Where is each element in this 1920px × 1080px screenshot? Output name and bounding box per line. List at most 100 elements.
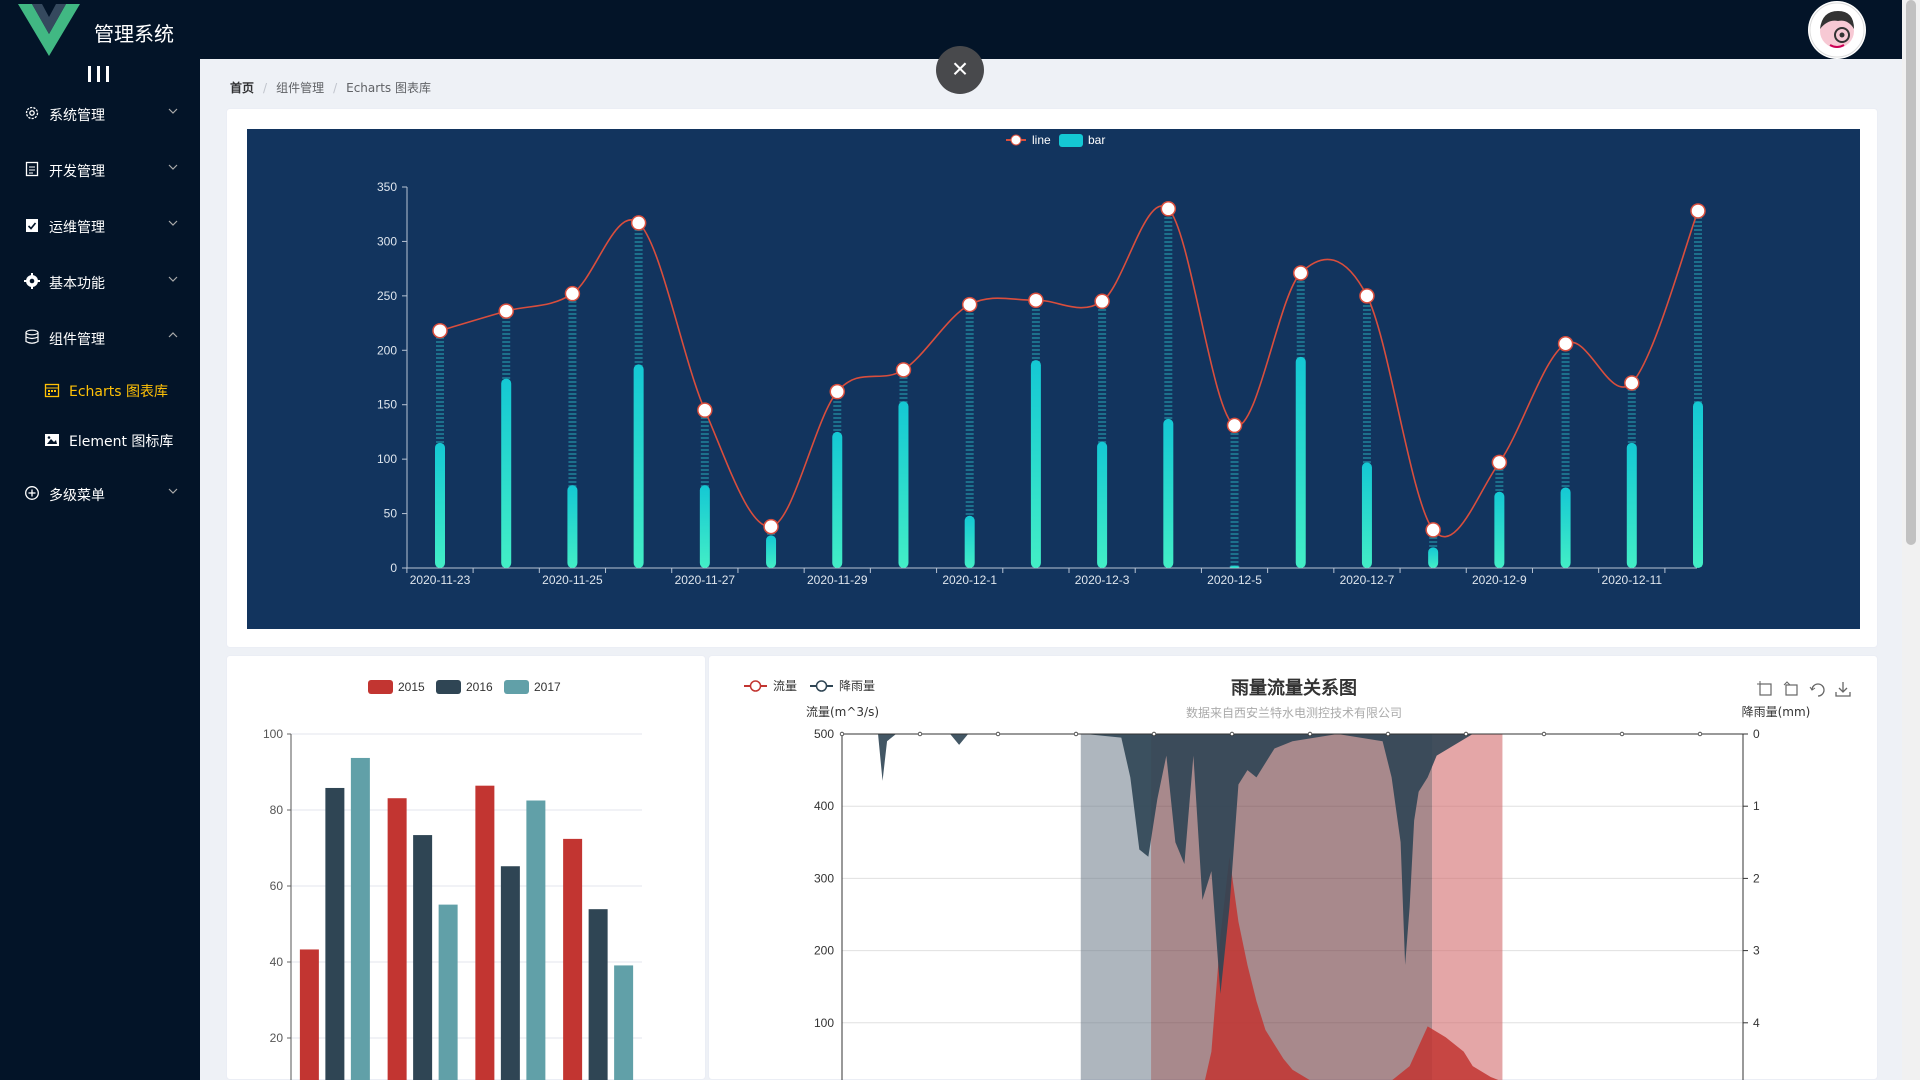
- y-tick-label: 40: [270, 955, 284, 969]
- sidebar-item-label: 组件管理: [49, 332, 105, 348]
- collapse-toggle-icon[interactable]: [88, 66, 110, 82]
- legend-bar-swatch: [1059, 134, 1083, 147]
- avatar[interactable]: [1808, 1, 1866, 59]
- chart-card-rain-flow: 500 400 300 200 100 0 1 2 3 4 雨量流量关系图 数据来自西安兰特水电测控技…: [708, 655, 1878, 1080]
- bar: [1163, 418, 1174, 568]
- y-tick-label: 100: [263, 727, 283, 741]
- grouped-bar-chart[interactable]: 20 40 60 80 100 2015 2016 2017: [227, 656, 707, 1080]
- line-bar-chart[interactable]: 0 50 100 150 200 250 300 350 2020-11-23 2020-11-2…: [227, 109, 1879, 649]
- chevron-down-icon: [168, 108, 178, 114]
- sidebar-item-components[interactable]: 组件管理: [0, 312, 200, 362]
- bar: [1030, 360, 1041, 568]
- sidebar-item-label: 运维管理: [49, 220, 105, 236]
- sidebar-item-system[interactable]: 系统管理: [0, 88, 200, 138]
- sidebar-item-dev[interactable]: 开发管理: [0, 144, 200, 194]
- y-tick-label: 300: [377, 234, 397, 248]
- app-title: 管理系统: [94, 22, 174, 46]
- highlight-band: [1432, 734, 1503, 1080]
- legend-swatch: [436, 680, 461, 694]
- line-point: [1292, 265, 1309, 281]
- legend-swatch: [504, 680, 529, 694]
- axis-point: [1697, 731, 1703, 737]
- y-tick-label: 50: [384, 507, 398, 521]
- x-tick-label: 2020-12-3: [1075, 573, 1130, 587]
- bar: [699, 485, 710, 568]
- line-point: [829, 383, 846, 400]
- bar: [1693, 401, 1703, 568]
- bar: [1295, 356, 1306, 568]
- y-right-axis-label: 降雨量(mm): [1742, 705, 1811, 719]
- sidebar-subitem-label: Element 图标库: [69, 434, 174, 450]
- sidebar-item-basic[interactable]: 基本功能: [0, 256, 200, 306]
- close-button[interactable]: ×: [936, 46, 984, 94]
- rain-flow-chart[interactable]: 500 400 300 200 100 0 1 2 3 4 雨量流量关系图数据来自西安兰特水电测控技…: [709, 656, 1879, 1080]
- y-left-tick-label: 200: [814, 944, 834, 958]
- bar: [563, 838, 583, 1080]
- sidebar-item-multilevel[interactable]: 多级菜单: [0, 468, 200, 518]
- chart-legend: 流量 降雨量: [744, 679, 875, 693]
- bar: [898, 401, 909, 568]
- line-point: [895, 362, 912, 378]
- sidebar-subitem-echarts[interactable]: Echarts 图表库: [0, 365, 200, 415]
- database-icon: [25, 329, 39, 344]
- line-point: [432, 322, 448, 339]
- bar: [387, 798, 407, 1080]
- restore-icon[interactable]: [1809, 683, 1825, 697]
- chart-title: 雨量流量关系图: [1231, 677, 1357, 699]
- sidebar-item-label: 系统管理: [49, 108, 105, 124]
- axis-point: [1151, 731, 1157, 737]
- bar: [567, 485, 578, 568]
- y-tick-label: 350: [377, 180, 397, 194]
- bar: [1560, 487, 1571, 568]
- line-point: [1028, 292, 1044, 308]
- breadcrumb-item-home[interactable]: 首页: [230, 79, 254, 96]
- bar: [766, 535, 777, 568]
- y-tick-label: 200: [377, 343, 397, 357]
- y-right-tick-label: 0: [1753, 727, 1760, 741]
- bar: [964, 515, 975, 568]
- app-root: 管理系统 × 系统管理 开发管理 运维管理 基本功能 组件管理 Echarts …: [0, 0, 1920, 1080]
- bar: [475, 785, 495, 1080]
- y-tick-label: 80: [270, 803, 284, 817]
- legend-label: line: [1032, 133, 1051, 147]
- zoom-reset-icon[interactable]: [1783, 681, 1798, 696]
- breadcrumb-item: 组件管理: [276, 81, 325, 95]
- cog-icon: [24, 273, 40, 289]
- x-tick-label: 2020-11-29: [807, 573, 868, 587]
- chevron-down-icon: [168, 220, 178, 226]
- y-left-tick-label: 400: [814, 799, 834, 813]
- page-scrollbar-thumb[interactable]: [1906, 0, 1916, 545]
- bar: [633, 364, 644, 568]
- y-right-tick-label: 3: [1753, 944, 1760, 958]
- download-icon[interactable]: [1835, 682, 1851, 697]
- y-tick-label: 150: [377, 398, 397, 412]
- line-point: [564, 285, 581, 302]
- breadcrumb-item: Echarts 图表库: [346, 81, 431, 95]
- x-tick-label: 2020-11-25: [542, 573, 603, 587]
- gear-icon: [25, 106, 39, 120]
- chevron-up-icon: [168, 332, 178, 338]
- bar: [438, 904, 458, 1080]
- line-point: [1160, 201, 1177, 217]
- axis-point: [839, 731, 845, 737]
- clipboard-check-icon: [26, 219, 38, 232]
- line-point: [697, 402, 713, 418]
- legend-swatch: [368, 680, 393, 694]
- breadcrumb: 首页 / 组件管理 / Echarts 图表库: [230, 79, 431, 96]
- bar: [501, 378, 512, 568]
- line-point: [961, 296, 978, 313]
- bar: [500, 866, 520, 1080]
- legend-label: 2016: [466, 680, 493, 694]
- y-tick-label: 100: [377, 452, 397, 466]
- zoom-icon[interactable]: [1757, 681, 1772, 696]
- x-tick-label: 2020-12-7: [1340, 573, 1395, 587]
- line-point: [1624, 375, 1640, 391]
- y-tick-label: 0: [390, 561, 397, 575]
- axis-point: [917, 731, 923, 737]
- bar: [1229, 565, 1240, 568]
- sidebar-subitem-element[interactable]: Element 图标库: [0, 415, 200, 465]
- sidebar-item-ops[interactable]: 运维管理: [0, 200, 200, 250]
- line-point: [1491, 454, 1508, 471]
- sidebar: 系统管理 开发管理 运维管理 基本功能 组件管理 Echarts 图表库 Ele…: [0, 59, 200, 1080]
- legend-label: 流量: [773, 679, 797, 693]
